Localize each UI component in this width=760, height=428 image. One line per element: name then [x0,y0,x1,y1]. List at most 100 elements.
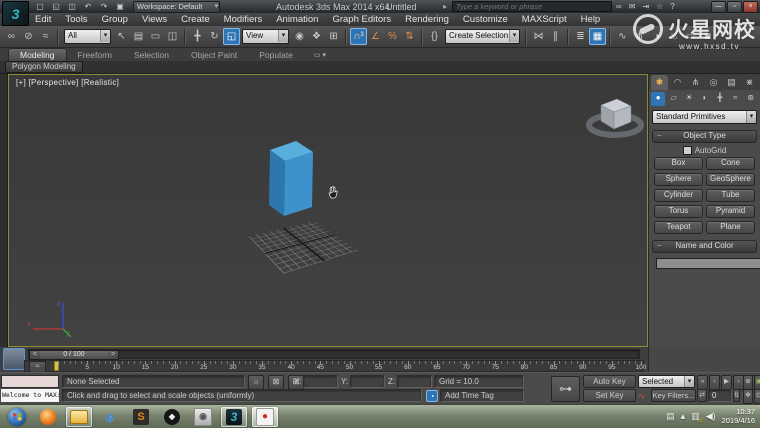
geometry-category-icon[interactable]: ● [651,92,666,106]
application-menu-button[interactable]: 3 [2,1,29,26]
key-filters-button[interactable]: Key Filters... [651,389,696,402]
hierarchy-tab[interactable]: ⋔ [687,75,704,90]
menu-item[interactable]: Views [135,14,174,25]
menu-item[interactable]: Graph Editors [325,14,398,25]
ie-app[interactable]: e [97,407,123,427]
open-file-icon[interactable]: ◱ [49,1,63,12]
firefox-app[interactable] [35,407,61,427]
redo-icon[interactable]: ↷ [97,1,111,12]
menu-item[interactable]: Modifiers [217,14,270,25]
add-time-tag[interactable]: Add Time Tag [440,389,524,402]
track-bar-ruler[interactable]: ≈ 5 10 15 20 25 30 35 40 45 50 55 60 65 70 75 80 85 90 95 1… [24,360,646,373]
max-app[interactable]: 3 [221,406,247,427]
close-button[interactable]: × [743,1,758,13]
menu-item[interactable]: Edit [28,14,58,25]
menu-item[interactable]: Group [95,14,135,25]
create-tab[interactable]: ✱ [651,75,668,90]
volume-icon[interactable]: ◀) [706,411,716,422]
ribbon-tab[interactable]: Object Paint [180,49,248,61]
helpers-category-icon[interactable]: ╋ [713,92,727,106]
maximize-button[interactable]: ▫ [727,1,742,13]
next-frame-arrow-icon[interactable]: > [108,351,118,359]
pan-button[interactable]: ✥ [743,389,753,404]
name-color-rollout-header[interactable]: Name and Color [652,240,757,253]
named-selection-sets-icon[interactable]: {} [426,28,443,45]
previous-frame-arrow-icon[interactable]: < [30,351,40,359]
frame-spinner[interactable]: ⇅ [733,389,740,402]
menu-item[interactable]: Customize [456,14,515,25]
space-warps-category-icon[interactable]: ≈ [728,92,742,106]
start-button[interactable] [4,407,30,427]
maximize-viewport-button[interactable]: ⊡ [754,389,760,404]
object-type-button[interactable]: Plane [706,221,755,234]
ribbon-tab[interactable]: Populate [248,49,304,61]
select-by-name-icon[interactable]: ▤ [130,28,147,45]
menu-item[interactable]: Help [574,14,608,25]
capture-app[interactable]: ◉ [190,407,216,427]
tray-clock[interactable]: 10:37 2019/4/16 [722,407,755,425]
toggle-set-key-mode-button[interactable]: ⊶ [551,376,580,402]
window-crossing-icon[interactable]: ◫ [164,28,181,45]
current-frame-field[interactable]: 0 [708,389,732,402]
shapes-category-icon[interactable]: ▱ [666,92,680,106]
select-and-manipulate-icon[interactable]: ❖ [308,28,325,45]
lights-category-icon[interactable]: ☀ [682,92,696,106]
coord-x-field[interactable] [303,375,338,388]
object-type-button[interactable]: Pyramid [706,205,755,218]
explorer-app[interactable] [66,406,92,427]
align-icon[interactable]: ∥ [547,28,564,45]
select-and-rotate-icon[interactable]: ↻ [206,28,223,45]
select-and-link-icon[interactable]: ∞ [3,28,20,45]
key-mode-toggle-button[interactable]: ⇄ [697,389,707,402]
systems-category-icon[interactable]: ⊛ [744,92,758,106]
coord-z-field[interactable] [397,375,432,388]
auto-key-button[interactable]: Auto Key [583,375,636,388]
project-folder-icon[interactable]: ▣ [113,1,127,12]
workspace-dropdown[interactable]: Workspace: Default [133,0,220,13]
unlink-selection-icon[interactable]: ⊘ [20,28,37,45]
ribbon-tab[interactable]: Freeform [67,49,123,61]
zoom-button[interactable]: ⊕ [743,375,753,390]
view-cube[interactable] [581,91,647,141]
help-icon[interactable]: ? [670,2,674,11]
recorder-app[interactable]: ● [252,406,278,427]
new-file-icon[interactable]: ▢ [33,1,47,12]
use-pivot-center-icon[interactable]: ◉ [291,28,308,45]
object-type-button[interactable]: Cone [706,157,755,170]
ribbon-tab[interactable]: Selection [123,49,180,61]
coord-y-field[interactable] [350,375,385,388]
curve-editor-icon[interactable]: ∿ [614,28,631,45]
select-and-scale-icon[interactable]: ◱ [223,28,240,45]
selection-set-key-dropdown[interactable]: Selected [638,375,695,388]
go-to-start-button[interactable]: « [697,375,708,390]
select-object-icon[interactable]: ↖ [113,28,130,45]
object-type-button[interactable]: Tube [706,189,755,202]
primitives-dropdown[interactable]: Standard Primitives [652,110,757,124]
viewport-layout-tab[interactable] [3,348,25,370]
ribbon-tab[interactable]: Modeling [8,48,67,61]
selection-lock-icon[interactable]: ⊠ [268,375,284,390]
infocenter-search-icon[interactable]: ∞ [616,2,622,11]
material-editor-icon[interactable]: ◑ [648,28,665,45]
viewport-label[interactable]: [+] [Perspective] [Realistic] [16,78,119,87]
keyboard-override-icon[interactable]: ⊞ [325,28,342,45]
object-type-button[interactable]: Teapot [654,221,703,234]
network-icon[interactable]: ▥ ⚠ [691,411,703,424]
render-production-icon[interactable]: ◙ [699,28,716,45]
show-hidden-icons-button[interactable]: ▴ [681,411,686,422]
undo-icon[interactable]: ↶ [81,1,95,12]
polygon-modeling-tab[interactable]: Polygon Modeling [5,61,83,73]
maxscript-mini-listener[interactable]: Welcome to MAX: [1,389,59,402]
time-slider[interactable]: < 0 / 100 > [28,349,640,360]
unity-app[interactable]: ◆ [159,407,185,427]
perspective-viewport[interactable]: [+] [Perspective] [Realistic] x z y [8,74,648,347]
autogrid-checkbox[interactable] [682,146,692,155]
object-type-button[interactable]: Cylinder [654,189,703,202]
menu-item[interactable]: Create [174,14,217,25]
isolate-selection-icon[interactable]: ☼ [248,375,264,390]
spinner-snap-icon[interactable]: ⇅ [401,28,418,45]
utilities-tab[interactable]: ⋇ [741,75,758,90]
object-type-button[interactable]: GeoSphere [706,173,755,186]
search-input[interactable] [452,1,612,12]
object-name-field[interactable] [656,258,760,269]
